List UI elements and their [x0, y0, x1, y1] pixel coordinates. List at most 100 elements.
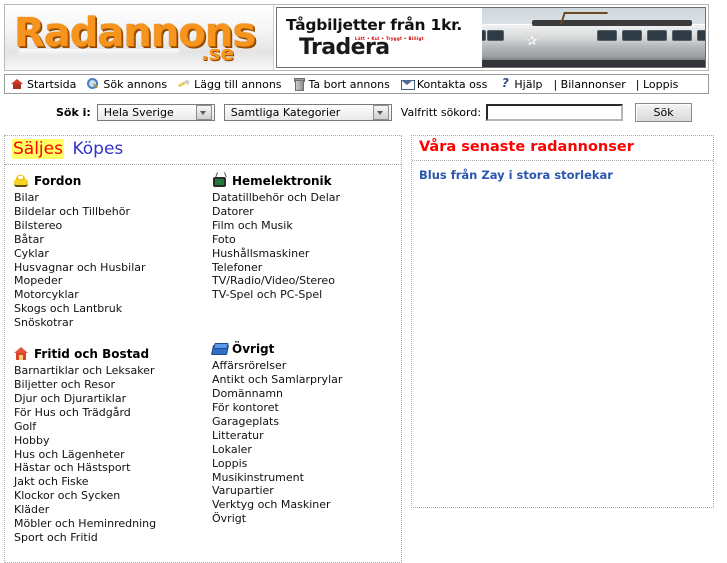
nav-item-sok-annons[interactable]: Sök annons [87, 78, 167, 91]
tv-icon [212, 172, 227, 188]
category-link[interactable]: Hus och Lägenheter [14, 448, 203, 462]
category-link[interactable]: Kläder [14, 503, 203, 517]
category-link[interactable]: Bilstereo [14, 219, 203, 233]
category-link[interactable]: Klockor och Sycken [14, 489, 203, 503]
train-undercarriage [467, 60, 705, 67]
category-link[interactable]: Telefoner [212, 261, 401, 275]
category-link[interactable]: TV-Spel och PC-Spel [212, 288, 401, 302]
category-link[interactable]: Barnartiklar och Leksaker [14, 364, 203, 378]
category-link[interactable]: Litteratur [212, 429, 401, 443]
category-column-2: Hemelektronik Datatillbehör och Delar Da… [203, 172, 401, 562]
search-bar: Sök i: Hela Sverige Samtliga Kategorier … [4, 103, 709, 122]
train-window [672, 30, 692, 41]
train-window [597, 30, 617, 41]
category-link[interactable]: Loppis [212, 457, 401, 471]
category-link[interactable]: Mopeder [14, 274, 203, 288]
category-link[interactable]: För kontoret [212, 401, 401, 415]
category-link[interactable]: Film och Musik [212, 219, 401, 233]
category-link[interactable]: Antikt och Samlarprylar [212, 373, 401, 387]
nav-link-bilannonser[interactable]: | Bilannonser [553, 78, 625, 91]
category-heading[interactable]: Fritid och Bostad [14, 347, 203, 361]
chevron-down-icon [372, 105, 389, 120]
nav-item-startsida[interactable]: Startsida [11, 78, 76, 91]
categories-panel: Säljes Köpes Fordon Bilar Bildelar och T… [4, 135, 402, 563]
category-column-1: Fordon Bilar Bildelar och Tillbehör Bils… [5, 174, 203, 562]
category-group-hemelektronik: Hemelektronik Datatillbehör och Delar Da… [212, 172, 401, 302]
category-select[interactable]: Samtliga Kategorier [223, 104, 392, 121]
category-title: Hemelektronik [232, 174, 332, 188]
trash-icon [293, 78, 305, 91]
category-link[interactable]: Biljetter och Resor [14, 378, 203, 392]
category-link[interactable]: Hobby [14, 434, 203, 448]
nav-link-loppis[interactable]: | Loppis [636, 78, 679, 91]
nav-label: Ta bort annons [308, 77, 390, 91]
category-link[interactable]: Övrigt [212, 512, 401, 526]
tab-kopes[interactable]: Köpes [71, 139, 124, 159]
chevron-down-icon [195, 105, 212, 120]
category-link[interactable]: Cyklar [14, 247, 203, 261]
pencil-icon [178, 78, 192, 90]
category-link[interactable]: Varupartier [212, 484, 401, 498]
category-link[interactable]: Djur och Djurartiklar [14, 392, 203, 406]
category-title: Fritid och Bostad [34, 347, 150, 362]
category-link[interactable]: Datorer [212, 205, 401, 219]
ad-banner-tradera[interactable]: ✰ Tågbiljetter från 1kr. Lätt • Kul • Tr… [276, 7, 706, 68]
category-link[interactable]: Datatillbehör och Delar [212, 191, 401, 205]
tab-saljes[interactable]: Säljes [12, 139, 64, 159]
banner-text-panel: Tågbiljetter från 1kr. Lätt • Kul • Tryg… [277, 8, 482, 67]
envelope-icon [400, 78, 415, 90]
category-link[interactable]: Hushållsmaskiner [212, 247, 401, 261]
category-link[interactable]: TV/Radio/Video/Stereo [212, 274, 401, 288]
category-link[interactable]: Jakt och Fiske [14, 475, 203, 489]
category-link[interactable]: Snöskotrar [14, 316, 203, 330]
latest-ad-link[interactable]: Blus från Zay i stora storlekar [419, 168, 613, 182]
category-link[interactable]: Garageplats [212, 415, 401, 429]
category-link[interactable]: Båtar [14, 233, 203, 247]
site-header: Radannons .se ✰ Tågbiljetter från 1kr. L… [4, 4, 709, 71]
latest-ads-title: Våra senaste radannonser [412, 136, 713, 161]
category-link[interactable]: Motorcyklar [14, 288, 203, 302]
tradera-wordmark: Tradera [299, 35, 390, 60]
nav-item-lagg-till-annons[interactable]: Lägg till annons [178, 78, 282, 91]
nav-label: Startsida [27, 77, 77, 91]
region-select[interactable]: Hela Sverige [96, 104, 215, 121]
category-link[interactable]: Domännamn [212, 387, 401, 401]
category-title: Fordon [34, 174, 82, 188]
nav-label: Kontakta oss [416, 77, 488, 91]
car-icon [14, 174, 29, 188]
help-icon: ? [501, 76, 509, 90]
search-submit-button[interactable]: Sök [635, 103, 693, 122]
nav-item-kontakta-oss[interactable]: Kontakta oss [400, 77, 488, 91]
keyword-label: Valfritt sökord: [400, 106, 482, 119]
nav-item-hjalp[interactable]: ? Hjälp [498, 76, 543, 91]
latest-ads-list: Blus från Zay i stora storlekar [412, 161, 713, 187]
category-heading[interactable]: Övrigt [210, 342, 401, 356]
category-link[interactable]: Musikinstrument [212, 471, 401, 485]
category-link[interactable]: För Hus och Trädgård [14, 406, 203, 420]
site-logo[interactable]: Radannons .se [5, 5, 274, 70]
search-label: Sök i: [56, 106, 91, 119]
search-icon [87, 78, 99, 90]
category-link[interactable]: Verktyg och Maskiner [212, 498, 401, 512]
category-link[interactable]: Hästar och Hästsport [14, 461, 203, 475]
category-link[interactable]: Bilar [14, 191, 203, 205]
nav-item-ta-bort-annons[interactable]: Ta bort annons [293, 78, 390, 91]
category-group-fordon: Fordon Bilar Bildelar och Tillbehör Bils… [14, 174, 203, 330]
main-content: Säljes Köpes Fordon Bilar Bildelar och T… [4, 135, 719, 563]
category-heading[interactable]: Fordon [14, 174, 203, 188]
category-heading[interactable]: Hemelektronik [212, 172, 401, 188]
category-link[interactable]: Affärsrörelser [212, 359, 401, 373]
category-link[interactable]: Möbler och Heminredning [14, 517, 203, 531]
category-link[interactable]: Bildelar och Tillbehör [14, 205, 203, 219]
category-select-value: Samtliga Kategorier [230, 106, 341, 119]
search-input[interactable] [486, 104, 624, 121]
category-link[interactable]: Golf [14, 420, 203, 434]
category-link[interactable]: Skogs och Lantbruk [14, 302, 203, 316]
train-window [622, 30, 642, 41]
category-link[interactable]: Foto [212, 233, 401, 247]
pantograph-icon [560, 12, 608, 24]
category-link[interactable]: Sport och Fritid [14, 531, 203, 545]
category-link[interactable]: Husvagnar och Husbilar [14, 261, 203, 275]
category-link[interactable]: Lokaler [212, 443, 401, 457]
category-group-ovrigt: Övrigt Affärsrörelser Antikt och Samlarp… [210, 342, 401, 526]
